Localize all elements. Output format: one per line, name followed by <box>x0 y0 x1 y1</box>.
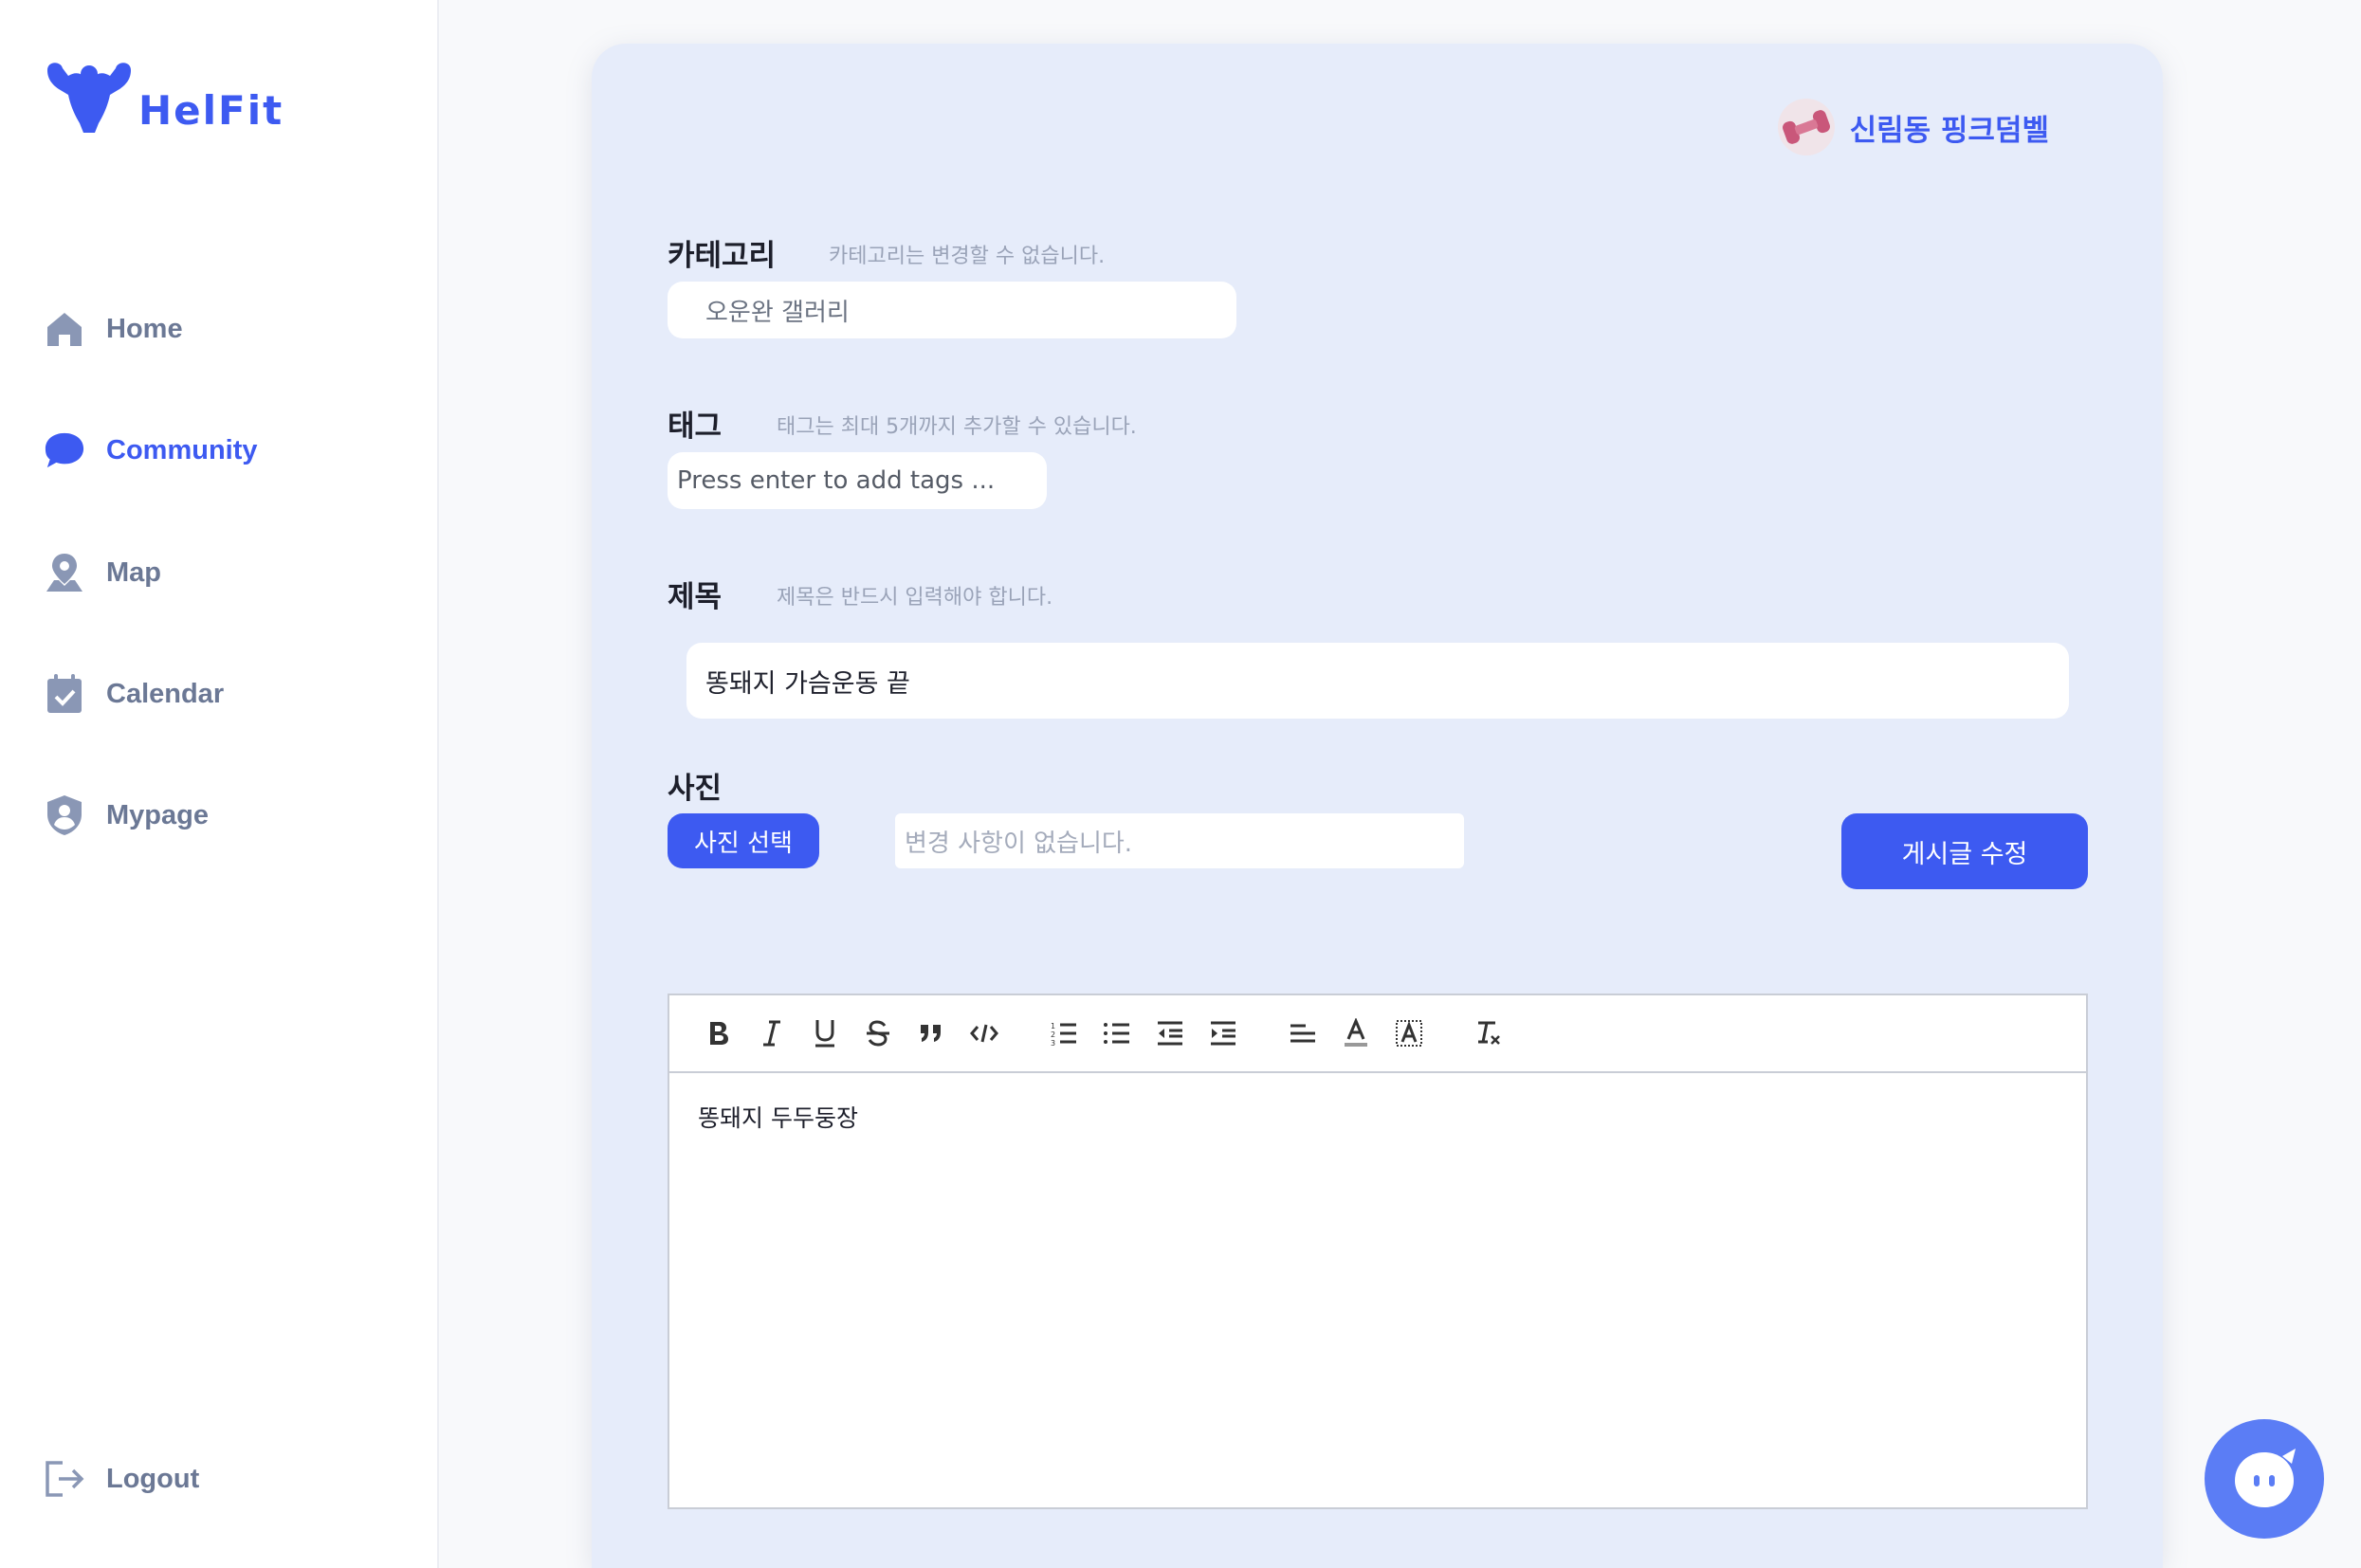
map-pin-icon <box>44 552 85 593</box>
tags-input[interactable]: Press enter to add tags ... <box>668 452 1047 509</box>
nav-label: Mypage <box>106 799 209 830</box>
editor-toolbar: 123 <box>669 995 2086 1073</box>
nav-item-community[interactable]: Community <box>44 429 258 471</box>
nav-item-calendar[interactable]: Calendar <box>44 673 224 715</box>
indent-increase-icon[interactable] <box>1202 1012 1244 1054</box>
chatbot-button[interactable] <box>2205 1419 2324 1539</box>
tags-hint: 태그는 최대 5개까지 추가할 수 있습니다. <box>777 415 1137 439</box>
user-profile[interactable]: 신림동 핑크덤벨 <box>1777 99 2049 155</box>
sidebar: HelFit Home Community Map Calendar Mypag… <box>0 0 439 1568</box>
photo-file-status: 변경 사항이 없습니다. <box>895 813 1464 868</box>
title-value: 똥돼지 가슴운동 끝 <box>705 668 910 699</box>
chat-icon <box>44 429 85 471</box>
chatbot-face-icon <box>2235 1449 2296 1507</box>
tags-label: 태그 <box>668 410 723 444</box>
title-hint: 제목은 반드시 입력해야 합니다. <box>777 586 1053 610</box>
svg-text:3: 3 <box>1051 1039 1055 1047</box>
shield-user-icon <box>44 794 85 836</box>
home-icon <box>44 308 85 350</box>
edit-post-button[interactable]: 게시글 수정 <box>1841 813 2088 889</box>
brand-logo[interactable]: HelFit <box>40 61 284 137</box>
ordered-list-icon[interactable]: 123 <box>1043 1012 1085 1054</box>
svg-text:1: 1 <box>1051 1022 1055 1030</box>
align-left-icon[interactable] <box>1282 1012 1324 1054</box>
brand-name: HelFit <box>138 87 284 134</box>
nav-item-mypage[interactable]: Mypage <box>44 794 209 836</box>
post-edit-card: 신림동 핑크덤벨 카테고리 카테고리는 변경할 수 없습니다. 오운완 갤러리 … <box>592 44 2163 1568</box>
pink-dumbbell-icon <box>1777 99 1835 155</box>
calendar-icon <box>44 673 85 715</box>
nav-label: Home <box>106 313 183 344</box>
photo-label: 사진 <box>668 772 723 806</box>
underline-icon[interactable] <box>804 1012 846 1054</box>
clear-format-icon[interactable] <box>1468 1012 1510 1054</box>
rich-text-editor: 123 똥돼지 두두둥장 <box>668 994 2088 1509</box>
nav-item-home[interactable]: Home <box>44 308 183 350</box>
select-photo-label: 사진 선택 <box>694 829 793 858</box>
nav-label: Calendar <box>106 678 225 709</box>
bold-icon[interactable] <box>698 1012 740 1054</box>
category-field: 오운완 갤러리 <box>668 282 1236 338</box>
edit-post-label: 게시글 수정 <box>1901 839 2028 869</box>
nav-label: Map <box>106 556 161 588</box>
logout-button[interactable]: Logout <box>44 1458 199 1500</box>
logout-label: Logout <box>106 1463 200 1494</box>
title-label: 제목 <box>668 580 723 614</box>
italic-icon[interactable] <box>751 1012 793 1054</box>
tags-placeholder: Press enter to add tags ... <box>677 466 996 495</box>
editor-content[interactable]: 똥돼지 두두둥장 <box>669 1073 2086 1160</box>
flexing-muscle-icon <box>47 63 131 133</box>
background-color-icon[interactable] <box>1388 1012 1430 1054</box>
blockquote-icon[interactable] <box>910 1012 952 1054</box>
user-name: 신림동 핑크덤벨 <box>1849 113 2049 148</box>
photo-status-text: 변경 사항이 없습니다. <box>905 829 1133 858</box>
nav-item-map[interactable]: Map <box>44 552 161 593</box>
indent-decrease-icon[interactable] <box>1149 1012 1191 1054</box>
svg-text:2: 2 <box>1051 1030 1055 1039</box>
category-label: 카테고리 <box>668 239 777 273</box>
title-input[interactable]: 똥돼지 가슴운동 끝 <box>686 643 2069 719</box>
code-block-icon[interactable] <box>963 1012 1005 1054</box>
bullet-list-icon[interactable] <box>1096 1012 1138 1054</box>
strikethrough-icon[interactable] <box>857 1012 899 1054</box>
nav-label: Community <box>106 434 258 465</box>
logout-icon <box>44 1458 85 1500</box>
text-color-icon[interactable] <box>1335 1012 1377 1054</box>
category-value: 오운완 갤러리 <box>705 298 850 327</box>
category-hint: 카테고리는 변경할 수 없습니다. <box>829 245 1106 268</box>
editor-text: 똥돼지 두두둥장 <box>698 1104 858 1132</box>
select-photo-button[interactable]: 사진 선택 <box>668 813 819 868</box>
